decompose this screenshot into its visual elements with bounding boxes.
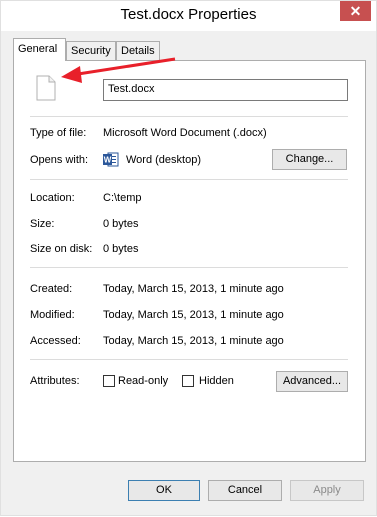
title-bar: Test.docx Properties ✕ <box>1 1 376 31</box>
accessed-label: Accessed: <box>30 335 81 347</box>
tab-security[interactable]: Security <box>66 41 116 60</box>
dialog-footer: OK Cancel Apply <box>1 471 376 515</box>
ok-button[interactable]: OK <box>128 480 200 501</box>
filename-field[interactable]: Test.docx <box>103 79 348 101</box>
hidden-checkbox[interactable] <box>182 375 194 387</box>
tab-details[interactable]: Details <box>116 41 160 60</box>
window-title: Test.docx Properties <box>120 6 257 23</box>
divider <box>30 116 348 117</box>
change-button[interactable]: Change... <box>272 149 347 170</box>
apply-button[interactable]: Apply <box>290 480 364 501</box>
readonly-label[interactable]: Read-only <box>118 375 168 387</box>
hidden-label[interactable]: Hidden <box>199 375 234 387</box>
created-value: Today, March 15, 2013, 1 minute ago <box>103 283 284 295</box>
size-on-disk-label: Size on disk: <box>30 243 93 255</box>
accessed-value: Today, March 15, 2013, 1 minute ago <box>103 335 284 347</box>
created-label: Created: <box>30 283 73 295</box>
tab-general[interactable]: General <box>13 38 66 61</box>
modified-value: Today, March 15, 2013, 1 minute ago <box>103 309 284 321</box>
attributes-label: Attributes: <box>30 375 80 387</box>
divider <box>30 267 348 268</box>
type-label: Type of file: <box>30 127 87 139</box>
divider <box>30 359 348 360</box>
word-icon: W <box>103 152 119 167</box>
advanced-button[interactable]: Advanced... <box>276 371 348 392</box>
properties-dialog: Test.docx Properties ✕ General Security … <box>0 0 377 516</box>
opens-with-label: Opens with: <box>30 154 89 166</box>
size-value: 0 bytes <box>103 218 139 230</box>
svg-text:W: W <box>104 156 112 165</box>
type-value: Microsoft Word Document (.docx) <box>103 127 267 139</box>
close-button[interactable]: ✕ <box>340 1 371 21</box>
divider <box>30 179 348 180</box>
opens-with-value: Word (desktop) <box>126 154 201 166</box>
cancel-button[interactable]: Cancel <box>208 480 282 501</box>
size-label: Size: <box>30 218 55 230</box>
location-label: Location: <box>30 192 75 204</box>
modified-label: Modified: <box>30 309 75 321</box>
file-icon <box>36 75 56 101</box>
readonly-checkbox[interactable] <box>103 375 115 387</box>
location-value: C:\temp <box>103 192 142 204</box>
size-on-disk-value: 0 bytes <box>103 243 139 255</box>
general-panel: Test.docx Type of file: Microsoft Word D… <box>13 60 366 462</box>
